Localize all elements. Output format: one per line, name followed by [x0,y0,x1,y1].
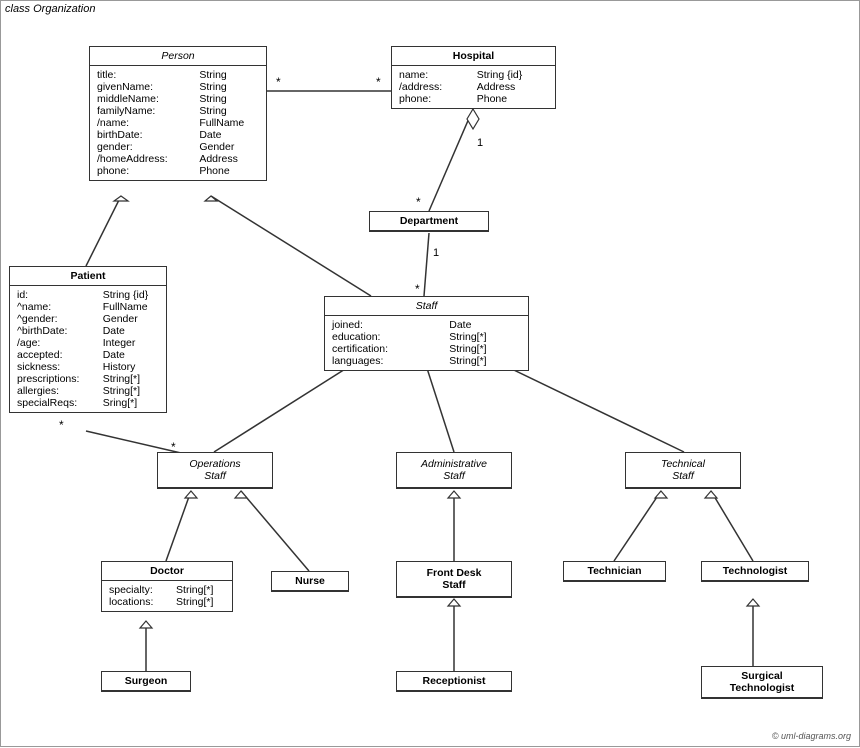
class-administrative-staff-header: AdministrativeStaff [397,453,511,488]
diagram-container: class Organization * * 1 * [0,0,860,747]
class-technician-header: Technician [564,562,665,581]
class-doctor-header: Doctor [102,562,232,581]
class-hospital-body: name:String {id} /address:Address phone:… [392,66,555,108]
class-staff: Staff joined:Date education:String[*] ce… [324,296,529,371]
class-hospital-header: Hospital [392,47,555,66]
class-technical-staff: TechnicalStaff [625,452,741,489]
class-receptionist-header: Receptionist [397,672,511,691]
class-administrative-staff: AdministrativeStaff [396,452,512,489]
class-nurse-header: Nurse [272,572,348,591]
class-department: Department [369,211,489,232]
class-receptionist: Receptionist [396,671,512,692]
class-technician: Technician [563,561,666,582]
svg-text:*: * [416,195,421,209]
class-patient-body: id:String {id} ^name:FullName ^gender:Ge… [10,286,166,412]
class-front-desk-staff-header: Front DeskStaff [397,562,511,597]
class-person: Person title:String givenName:String mid… [89,46,267,181]
svg-text:1: 1 [433,247,439,259]
class-staff-body: joined:Date education:String[*] certific… [325,316,528,370]
class-surgeon-header: Surgeon [102,672,190,691]
class-surgical-technologist-header: SurgicalTechnologist [702,667,822,698]
class-staff-header: Staff [325,297,528,316]
class-nurse: Nurse [271,571,349,592]
svg-text:*: * [415,282,420,296]
class-patient-header: Patient [10,267,166,286]
svg-text:*: * [276,75,281,89]
class-hospital: Hospital name:String {id} /address:Addre… [391,46,556,109]
class-doctor: Doctor specialty:String[*] locations:Str… [101,561,233,612]
class-operations-staff: OperationsStaff [157,452,273,489]
class-surgeon: Surgeon [101,671,191,692]
svg-text:*: * [376,75,381,89]
svg-text:*: * [59,418,64,432]
class-technical-staff-header: TechnicalStaff [626,453,740,488]
class-front-desk-staff: Front DeskStaff [396,561,512,598]
class-patient: Patient id:String {id} ^name:FullName ^g… [9,266,167,413]
class-person-header: Person [90,47,266,66]
class-doctor-body: specialty:String[*] locations:String[*] [102,581,232,611]
diagram-title: class Organization [5,3,96,15]
class-operations-staff-header: OperationsStaff [158,453,272,488]
class-technologist: Technologist [701,561,809,582]
svg-text:1: 1 [477,137,483,149]
class-department-header: Department [370,212,488,231]
class-surgical-technologist: SurgicalTechnologist [701,666,823,699]
class-technologist-header: Technologist [702,562,808,581]
copyright: © uml-diagrams.org [772,731,851,741]
class-person-body: title:String givenName:String middleName… [90,66,266,180]
